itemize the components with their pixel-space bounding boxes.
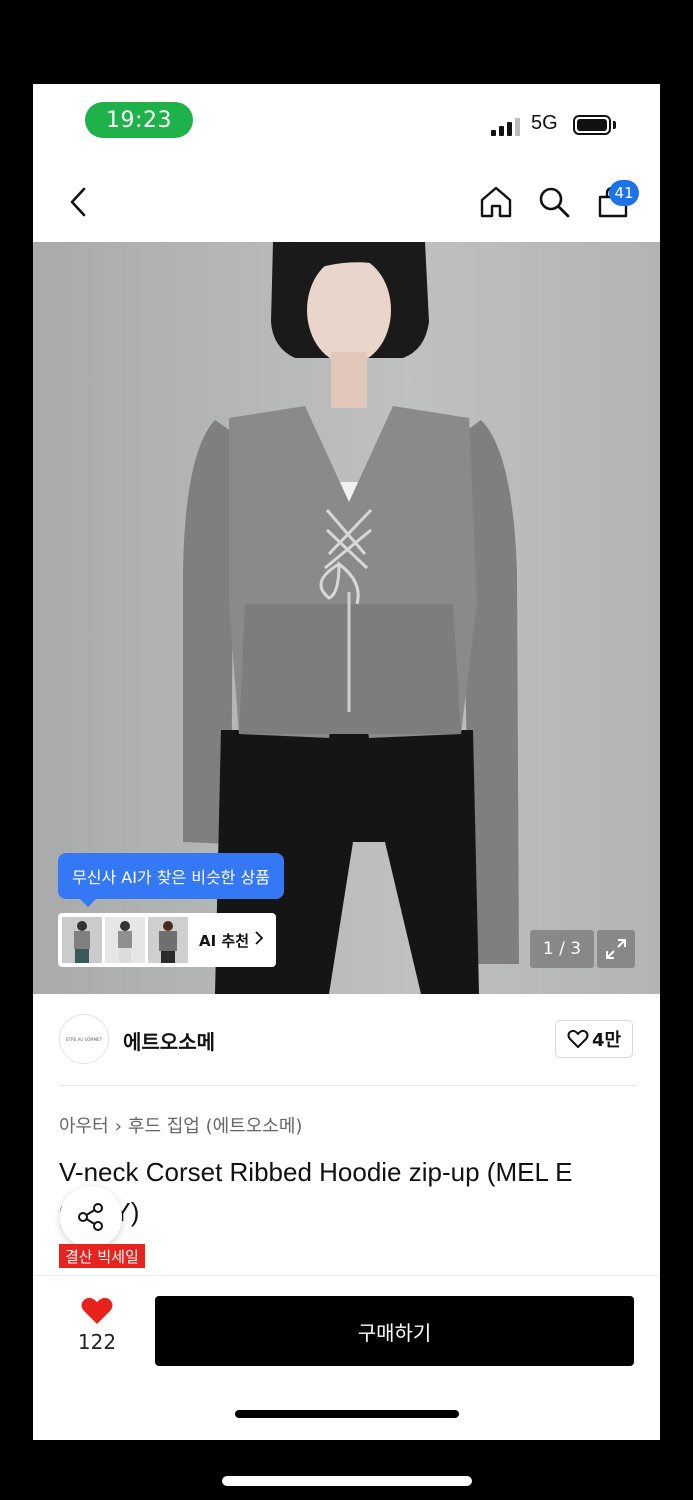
app-screen: 19:23 5G 41 무신사 AI가 찾은 비슷한 상품 AI 추천 1 / … xyxy=(33,84,660,1440)
buy-button[interactable]: 구매하기 xyxy=(155,1296,634,1366)
ai-thumbnail[interactable] xyxy=(148,917,188,963)
outer-home-indicator xyxy=(222,1476,472,1486)
nav-bar: 41 xyxy=(33,164,660,242)
brand-row: ETRE AU SOMMET 에트오소메 4만 xyxy=(33,994,660,1086)
brand-like-button[interactable]: 4만 xyxy=(555,1020,633,1058)
status-time: 19:23 xyxy=(85,102,193,138)
product-title: V-neck Corset Ribbed Hoodie zip-up (MEL … xyxy=(59,1157,573,1227)
wishlist-count: 122 xyxy=(77,1330,117,1354)
breadcrumb-item[interactable]: 후드 집업 (에트오소메) xyxy=(128,1116,303,1137)
cart-count-badge: 41 xyxy=(609,180,639,206)
status-bar: 19:23 5G xyxy=(33,84,660,164)
home-indicator[interactable] xyxy=(235,1410,459,1418)
wishlist-button[interactable]: 122 xyxy=(73,1296,121,1368)
brand-like-count: 4만 xyxy=(591,1030,622,1051)
back-icon[interactable] xyxy=(63,184,93,220)
image-page-counter: 1 / 3 xyxy=(530,930,594,968)
brand-name[interactable]: 에트오소메 xyxy=(123,1026,215,1055)
brand-logo-text: ETRE AU SOMMET xyxy=(65,1036,103,1042)
home-icon[interactable] xyxy=(477,182,515,222)
share-icon xyxy=(78,1203,103,1231)
ai-thumbnail[interactable] xyxy=(105,917,145,963)
ai-recommend-strip[interactable]: AI 추천 xyxy=(58,913,276,967)
product-image-carousel[interactable]: 무신사 AI가 찾은 비슷한 상품 AI 추천 1 / 3 xyxy=(33,242,660,994)
search-icon[interactable] xyxy=(535,182,573,222)
sale-badge: 결산 빅세일 xyxy=(59,1244,145,1268)
network-label: 5G xyxy=(531,112,558,134)
heart-outline-icon xyxy=(567,1029,589,1048)
chevron-right-icon xyxy=(255,931,264,949)
ai-thumbnail[interactable] xyxy=(62,917,102,963)
heart-filled-icon xyxy=(81,1297,113,1324)
ai-recommend-label: AI 추천 xyxy=(199,931,250,950)
signal-icon xyxy=(491,116,523,136)
breadcrumb: 아우터 › 후드 집업 (에트오소메) xyxy=(59,1112,302,1138)
breadcrumb-item[interactable]: 아우터 xyxy=(59,1116,109,1137)
share-button[interactable] xyxy=(60,1186,122,1248)
battery-tip xyxy=(613,121,616,129)
divider xyxy=(59,1085,637,1086)
brand-logo[interactable]: ETRE AU SOMMET xyxy=(59,1014,109,1064)
battery-icon xyxy=(573,115,611,135)
breadcrumb-separator: › xyxy=(114,1116,122,1137)
expand-icon[interactable] xyxy=(597,930,635,968)
ai-similar-tooltip[interactable]: 무신사 AI가 찾은 비슷한 상품 xyxy=(58,853,284,907)
